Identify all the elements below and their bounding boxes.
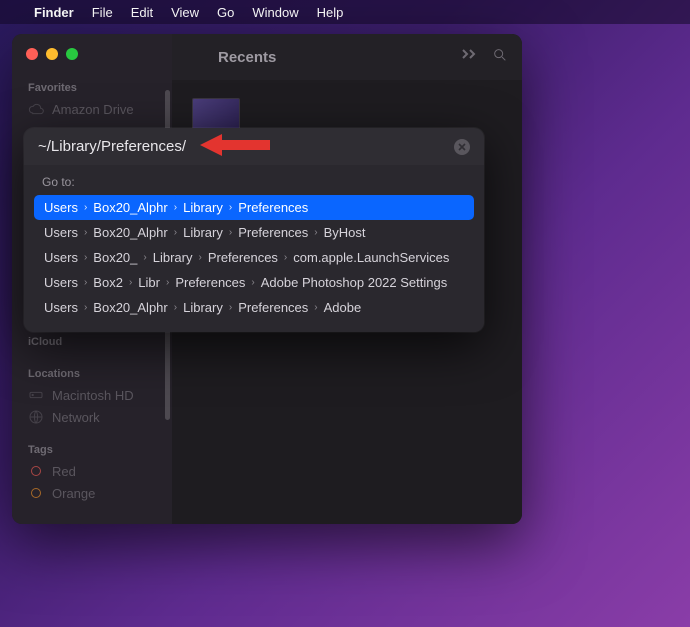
chevron-right-icon: ›: [84, 227, 87, 238]
menu-go[interactable]: Go: [217, 5, 234, 20]
toolbar-overflow-button[interactable]: [460, 47, 478, 68]
sidebar-item-label: Orange: [52, 486, 95, 501]
globe-icon: [28, 409, 44, 425]
toolbar: Recents: [172, 34, 522, 80]
menu-edit[interactable]: Edit: [131, 5, 153, 20]
chevron-right-icon: ›: [84, 202, 87, 213]
chevron-right-icon: ›: [84, 277, 87, 288]
chevron-right-icon: ›: [143, 252, 146, 263]
chevron-right-icon: ›: [284, 252, 287, 263]
goto-suggestion[interactable]: Users › Box20_Alphr › Library › Preferences: [34, 195, 474, 220]
goto-folder-dialog: Go to: Users › Box20_Alphr › Library › Prefere…: [24, 128, 484, 332]
close-button[interactable]: [26, 48, 38, 60]
chevron-right-icon: ›: [314, 302, 317, 313]
chevron-right-icon: ›: [229, 202, 232, 213]
path-segment: Preferences: [238, 225, 308, 240]
chevron-right-icon: ›: [174, 227, 177, 238]
chevron-right-icon: ›: [198, 252, 201, 263]
path-segment: Library: [153, 250, 193, 265]
path-segment: Preferences: [238, 200, 308, 215]
path-segment: ByHost: [324, 225, 366, 240]
sidebar-item-label: Amazon Drive: [52, 102, 134, 117]
window-title: Recents: [218, 49, 446, 66]
chevron-right-icon: ›: [84, 302, 87, 313]
sidebar-item-label: Red: [52, 464, 76, 479]
path-segment: Libr: [138, 275, 160, 290]
chevron-right-icon: ›: [174, 202, 177, 213]
menu-window[interactable]: Window: [252, 5, 298, 20]
path-segment: Users: [44, 225, 78, 240]
menu-help[interactable]: Help: [317, 5, 344, 20]
path-segment: Box20_Alphr: [93, 200, 167, 215]
clear-input-button[interactable]: [454, 139, 470, 155]
sidebar-item-label: Network: [52, 410, 100, 425]
chevron-right-icon: ›: [314, 227, 317, 238]
path-segment: Adobe Photoshop 2022 Settings: [261, 275, 447, 290]
path-segment: Preferences: [238, 300, 308, 315]
sidebar-section-locations: Locations: [12, 362, 172, 384]
path-segment: Adobe: [324, 300, 362, 315]
disk-icon: [28, 387, 44, 403]
sidebar-section-tags: Tags: [12, 438, 172, 460]
chevron-right-icon: ›: [174, 302, 177, 313]
chevron-right-icon: ›: [129, 277, 132, 288]
cloud-icon: [28, 101, 44, 117]
path-segment: Preferences: [175, 275, 245, 290]
tag-red-icon: [28, 463, 44, 479]
path-segment: Library: [183, 300, 223, 315]
menubar: Finder File Edit View Go Window Help: [0, 0, 690, 24]
path-segment: Users: [44, 275, 78, 290]
path-segment: Library: [183, 225, 223, 240]
menu-view[interactable]: View: [171, 5, 199, 20]
path-segment: Users: [44, 200, 78, 215]
sidebar-item-label: Macintosh HD: [52, 388, 134, 403]
sidebar-section-favorites: Favorites: [12, 76, 172, 98]
chevron-right-icon: ›: [251, 277, 254, 288]
app-menu[interactable]: Finder: [34, 5, 74, 20]
path-segment: Preferences: [208, 250, 278, 265]
chevron-right-icon: ›: [166, 277, 169, 288]
path-segment: Users: [44, 300, 78, 315]
maximize-button[interactable]: [66, 48, 78, 60]
goto-suggestion[interactable]: Users › Box20_Alphr › Library › Preferences › Ad…: [34, 295, 474, 320]
sidebar-item-tag-orange[interactable]: Orange: [12, 482, 172, 504]
path-segment: Library: [183, 200, 223, 215]
minimize-button[interactable]: [46, 48, 58, 60]
sidebar-section-icloud: iCloud: [12, 330, 172, 352]
sidebar-item-tag-red[interactable]: Red: [12, 460, 172, 482]
path-segment: Box20_: [93, 250, 137, 265]
sidebar-item-macintosh-hd[interactable]: Macintosh HD: [12, 384, 172, 406]
path-segment: com.apple.LaunchServices: [293, 250, 449, 265]
tag-orange-icon: [28, 485, 44, 501]
goto-suggestion[interactable]: Users › Box20_Alphr › Library › Preferences › By…: [34, 220, 474, 245]
path-segment: Box2: [93, 275, 123, 290]
goto-suggestion-list: Users›Box20_Alphr›Library›PreferencesUse…: [34, 195, 474, 320]
sidebar-item-amazon-drive[interactable]: Amazon Drive: [12, 98, 172, 120]
chevron-right-icon: ›: [229, 227, 232, 238]
search-button[interactable]: [492, 47, 508, 68]
chevron-right-icon: ›: [84, 252, 87, 263]
goto-path-input[interactable]: [38, 138, 444, 155]
goto-label: Go to:: [34, 173, 474, 195]
menu-file[interactable]: File: [92, 5, 113, 20]
path-segment: Users: [44, 250, 78, 265]
path-segment: Box20_Alphr: [93, 300, 167, 315]
chevron-right-icon: ›: [229, 302, 232, 313]
window-controls: [12, 46, 172, 76]
path-segment: Box20_Alphr: [93, 225, 167, 240]
sidebar-item-network[interactable]: Network: [12, 406, 172, 428]
goto-suggestion[interactable]: Users › Box2 › Libr › Preferences › Adobe Photos…: [34, 270, 474, 295]
goto-suggestion[interactable]: Users › Box20_ › Library › Preferences › com.app…: [34, 245, 474, 270]
